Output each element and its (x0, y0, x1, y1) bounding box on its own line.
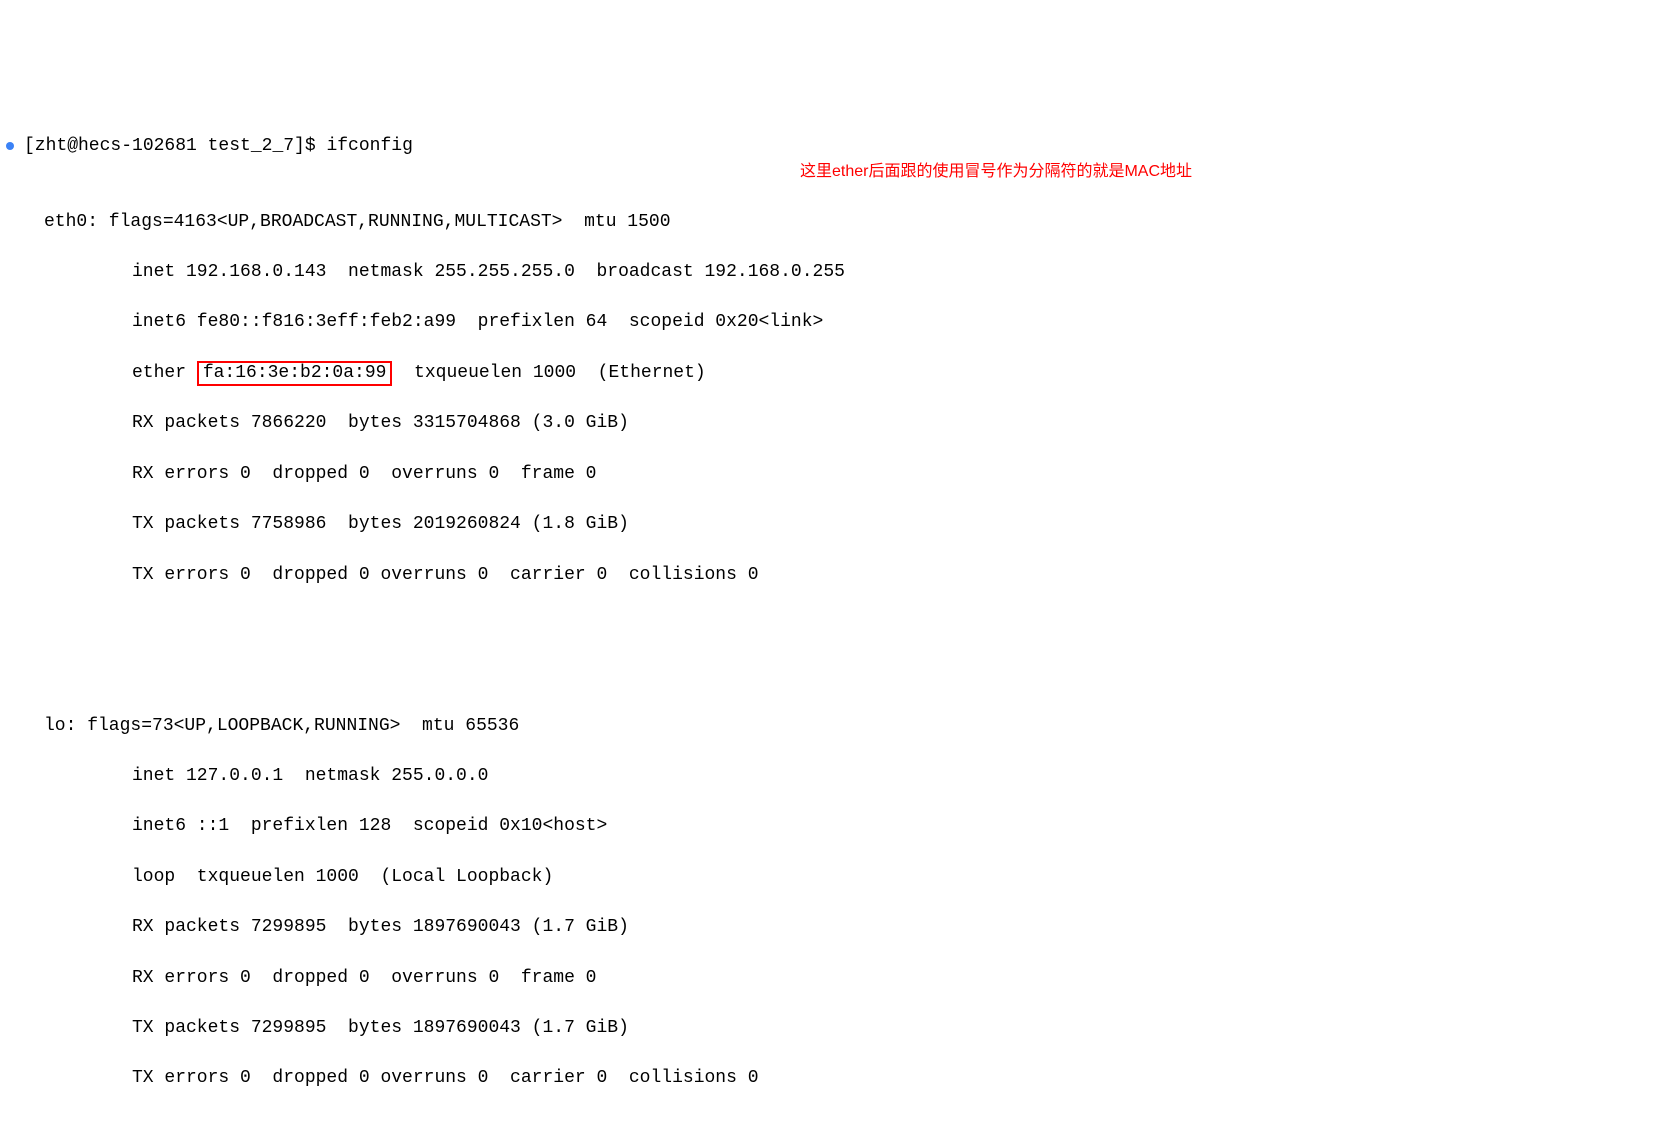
eth0-header: eth0: flags=4163<UP,BROADCAST,RUNNING,MU… (0, 210, 1663, 235)
output-text: loop txqueuelen 1000 (Local Loopback) (132, 865, 553, 890)
output-text: eth0: flags=4163<UP,BROADCAST,RUNNING,MU… (44, 210, 671, 235)
output-text: RX errors 0 dropped 0 overruns 0 frame 0 (132, 462, 596, 487)
output-text: RX packets 7866220 bytes 3315704868 (3.0… (132, 411, 629, 436)
lo-tx-errors: TX errors 0 dropped 0 overruns 0 carrier… (0, 1066, 1663, 1091)
lo-inet: inet 127.0.0.1 netmask 255.0.0.0 (0, 764, 1663, 789)
output-text: inet6 fe80::f816:3eff:feb2:a99 prefixlen… (132, 310, 823, 335)
lo-rx-packets: RX packets 7299895 bytes 1897690043 (1.7… (0, 915, 1663, 940)
eth0-tx-packets: TX packets 7758986 bytes 2019260824 (1.8… (0, 512, 1663, 537)
eth0-rx-errors: RX errors 0 dropped 0 overruns 0 frame 0 (0, 462, 1663, 487)
output-text: TX errors 0 dropped 0 overruns 0 carrier… (132, 563, 759, 588)
output-text: RX errors 0 dropped 0 overruns 0 frame 0 (132, 966, 596, 991)
output-text: RX packets 7299895 bytes 1897690043 (1.7… (132, 915, 629, 940)
terminal-line-command[interactable]: [zht@hecs-102681 test_2_7]$ ifconfig (0, 134, 1663, 159)
gutter-bullet-active-icon (6, 142, 14, 150)
eth0-ether: ether fa:16:3e:b2:0a:99 txqueuelen 1000 … (0, 361, 1663, 387)
shell-prompt: [zht@hecs-102681 test_2_7]$ (24, 134, 326, 159)
output-text: inet 127.0.0.1 netmask 255.0.0.0 (132, 764, 488, 789)
lo-rx-errors: RX errors 0 dropped 0 overruns 0 frame 0 (0, 966, 1663, 991)
output-text: inet 192.168.0.143 netmask 255.255.255.0… (132, 260, 845, 285)
output-text: TX packets 7758986 bytes 2019260824 (1.8… (132, 512, 629, 537)
eth0-rx-packets: RX packets 7866220 bytes 3315704868 (3.0… (0, 411, 1663, 436)
output-text: TX packets 7299895 bytes 1897690043 (1.7… (132, 1016, 629, 1041)
blank-line (0, 638, 1663, 663)
lo-header: lo: flags=73<UP,LOOPBACK,RUNNING> mtu 65… (0, 714, 1663, 739)
output-text: TX errors 0 dropped 0 overruns 0 carrier… (132, 1066, 759, 1091)
output-text: lo: flags=73<UP,LOOPBACK,RUNNING> mtu 65… (44, 714, 519, 739)
eth0-inet: inet 192.168.0.143 netmask 255.255.255.0… (0, 260, 1663, 285)
eth0-tx-errors: TX errors 0 dropped 0 overruns 0 carrier… (0, 563, 1663, 588)
output-text: ether (132, 361, 197, 386)
lo-loop: loop txqueuelen 1000 (Local Loopback) (0, 865, 1663, 890)
lo-tx-packets: TX packets 7299895 bytes 1897690043 (1.7… (0, 1016, 1663, 1041)
mac-address-highlight: fa:16:3e:b2:0a:99 (197, 361, 393, 387)
mac-address-annotation: 这里ether后面跟的使用冒号作为分隔符的就是MAC地址 (800, 161, 1192, 183)
eth0-inet6: inet6 fe80::f816:3eff:feb2:a99 prefixlen… (0, 310, 1663, 335)
output-text: inet6 ::1 prefixlen 128 scopeid 0x10<hos… (132, 814, 607, 839)
output-text: txqueuelen 1000 (Ethernet) (392, 361, 705, 386)
command-text: ifconfig (326, 134, 412, 159)
lo-inet6: inet6 ::1 prefixlen 128 scopeid 0x10<hos… (0, 814, 1663, 839)
